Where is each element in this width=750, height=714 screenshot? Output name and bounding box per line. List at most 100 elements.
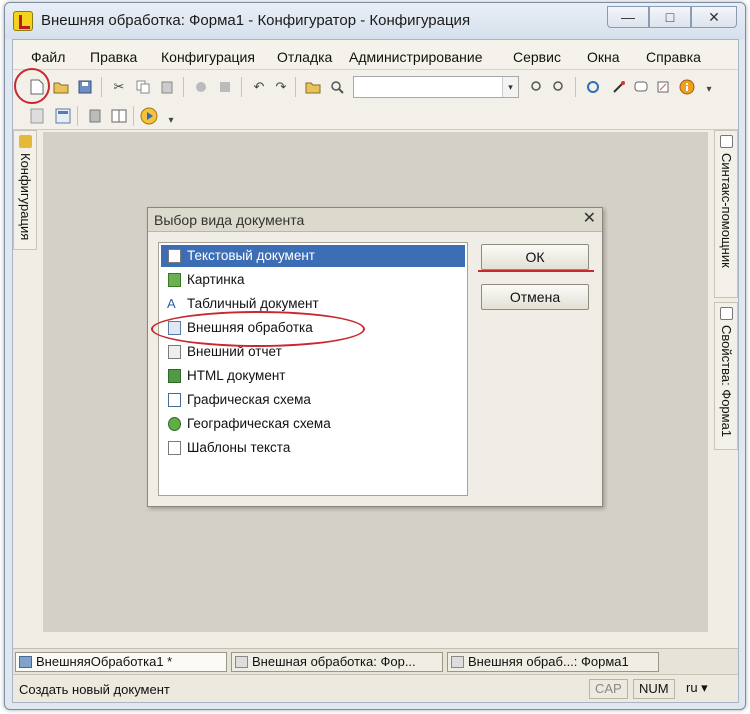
list-item-text-templates[interactable]: Шаблоны текста xyxy=(161,437,465,459)
geo-scheme-icon xyxy=(168,417,181,431)
task-label: Внешняя обраб...: Форма1 xyxy=(468,654,629,669)
title-bar[interactable]: Внешняя обработка: Форма1 - Конфигуратор… xyxy=(5,3,745,39)
text-document-icon xyxy=(168,249,181,263)
window-taskbar: ВнешняяОбработка1 * Внешная обработка: Ф… xyxy=(13,648,738,674)
menu-configuration[interactable]: Конфигурация xyxy=(161,49,255,65)
database-icon[interactable] xyxy=(85,106,105,126)
list-item-html-document[interactable]: HTML документ xyxy=(161,365,465,387)
picture-icon xyxy=(168,273,181,287)
app-1c-icon xyxy=(13,11,33,31)
module-icon[interactable] xyxy=(27,106,47,126)
copy-icon[interactable] xyxy=(133,77,153,97)
close-button[interactable]: ✕ xyxy=(691,6,737,28)
redo-icon[interactable]: ↷ xyxy=(271,77,291,97)
configuration-panel-label: Конфигурация xyxy=(18,153,33,241)
menu-administration[interactable]: Администрирование xyxy=(349,49,483,65)
form-task-icon xyxy=(451,656,464,668)
list-item-label: Табличный документ xyxy=(187,296,319,311)
document-type-dialog: Выбор вида документа ✕ Текстовый докумен… xyxy=(147,207,603,507)
num-lock-indicator: NUM xyxy=(633,679,675,699)
paste-icon[interactable] xyxy=(157,77,177,97)
toolbar-separator xyxy=(101,77,102,97)
document-type-list[interactable]: Текстовый документ Картинка A Табличный … xyxy=(158,242,468,496)
status-text: Создать новый документ xyxy=(19,682,170,697)
run-more-icon[interactable]: ▾ xyxy=(161,110,181,130)
list-item-label: Графическая схема xyxy=(187,392,311,407)
wizard-icon[interactable] xyxy=(609,77,629,97)
language-selector[interactable]: ru ▾ xyxy=(681,679,713,699)
maximize-button[interactable]: □ xyxy=(649,6,691,28)
search-combo[interactable]: ▾ xyxy=(353,76,519,98)
run-debug-icon[interactable] xyxy=(139,106,159,126)
form-task-icon xyxy=(235,656,248,668)
properties-panel-tab[interactable]: Свойства: Форма1 xyxy=(714,302,738,450)
list-item-text-document[interactable]: Текстовый документ xyxy=(161,245,465,267)
properties-panel-label: Свойства: Форма1 xyxy=(719,325,734,438)
task-label: Внешная обработка: Фор... xyxy=(252,654,416,669)
menu-help[interactable]: Справка xyxy=(646,49,701,65)
syntax-helper-panel-tab[interactable]: Синтакс-помощник xyxy=(714,130,738,298)
search-icon[interactable] xyxy=(327,77,347,97)
list-item-graphic-scheme[interactable]: Графическая схема xyxy=(161,389,465,411)
list-item-picture[interactable]: Картинка xyxy=(161,269,465,291)
minimize-button[interactable]: — xyxy=(607,6,649,28)
task-external-processing-form[interactable]: Внешная обработка: Фор... xyxy=(231,652,443,672)
find-next-icon[interactable] xyxy=(527,77,547,97)
annotation-underline-ok xyxy=(478,270,594,272)
menu-bar: Файл Правка Конфигурация Отладка Админис… xyxy=(13,40,738,70)
info-icon[interactable] xyxy=(677,77,697,97)
toolbar-separator xyxy=(133,106,134,126)
configuration-panel-tab[interactable]: Конфигурация xyxy=(13,130,37,250)
configuration-icon xyxy=(19,135,32,148)
toolbar-separator xyxy=(77,106,78,126)
syntax-helper-icon[interactable] xyxy=(631,77,651,97)
syntax-helper-panel-label: Синтакс-помощник xyxy=(719,153,734,268)
html-document-icon xyxy=(168,369,181,383)
ok-button[interactable]: ОК xyxy=(481,244,589,270)
main-toolbar: ✂ ↶ ↷ ▾ ▾ xyxy=(13,70,738,102)
task-label: ВнешняяОбработка1 * xyxy=(36,654,173,669)
spreadsheet-icon: A xyxy=(167,296,176,311)
open-folder-icon[interactable] xyxy=(51,77,71,97)
form-icon[interactable] xyxy=(53,106,73,126)
undo-icon[interactable]: ↶ xyxy=(249,77,269,97)
menu-windows[interactable]: Окна xyxy=(587,49,620,65)
menu-service[interactable]: Сервис xyxy=(513,49,561,65)
syntax-helper-tab-icon xyxy=(720,135,733,148)
save-icon[interactable] xyxy=(75,77,95,97)
status-bar: Создать новый документ CAP NUM ru ▾ xyxy=(13,674,738,702)
delete-icon[interactable] xyxy=(191,77,211,97)
cancel-button[interactable]: Отмена xyxy=(481,284,589,310)
caps-lock-indicator: CAP xyxy=(589,679,628,699)
chevron-down-icon[interactable]: ▾ xyxy=(502,77,518,97)
task-form1[interactable]: Внешняя обраб...: Форма1 xyxy=(447,652,659,672)
window-controls: — □ ✕ xyxy=(607,6,737,28)
properties-tab-icon xyxy=(720,307,733,320)
window-layout-icon[interactable] xyxy=(109,106,129,126)
list-item-geo-scheme[interactable]: Географическая схема xyxy=(161,413,465,435)
find-prev-icon[interactable] xyxy=(549,77,569,97)
list-item-label: Картинка xyxy=(187,272,245,287)
menu-file[interactable]: Файл xyxy=(31,49,65,65)
dialog-title-bar[interactable]: Выбор вида документа ✕ xyxy=(148,208,602,232)
edit-icon[interactable] xyxy=(653,77,673,97)
refresh-icon[interactable] xyxy=(583,77,603,97)
task-external-processing[interactable]: ВнешняяОбработка1 * xyxy=(15,652,227,672)
menu-edit[interactable]: Правка xyxy=(90,49,137,65)
secondary-toolbar: ▾ xyxy=(13,102,738,130)
graphic-scheme-icon xyxy=(168,393,181,407)
find-in-folder-icon[interactable] xyxy=(303,77,323,97)
text-templates-icon xyxy=(168,441,181,455)
toolbar-separator xyxy=(575,77,576,97)
window-title: Внешняя обработка: Форма1 - Конфигуратор… xyxy=(41,12,471,29)
clear-icon[interactable] xyxy=(215,77,235,97)
menu-debug[interactable]: Отладка xyxy=(277,49,332,65)
cut-icon[interactable]: ✂ xyxy=(109,77,129,97)
annotation-circle-new-button xyxy=(14,68,50,104)
toolbar-separator xyxy=(241,77,242,97)
list-item-spreadsheet[interactable]: A Табличный документ xyxy=(161,293,465,315)
toolbar-more-icon[interactable]: ▾ xyxy=(699,79,719,99)
list-item-label: HTML документ xyxy=(187,368,286,383)
dialog-close-icon[interactable]: ✕ xyxy=(583,211,596,227)
list-item-label: Шаблоны текста xyxy=(187,440,291,455)
